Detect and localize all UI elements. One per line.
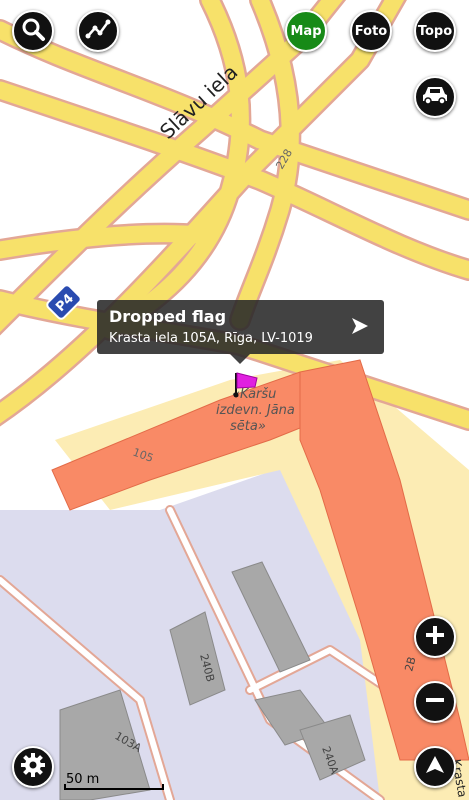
zoom-out-button[interactable]: [414, 681, 456, 723]
map-layer-button[interactable]: Map: [285, 10, 327, 52]
poi-label-line1: «Karšu: [232, 387, 276, 402]
navigation-arrow-icon: [424, 754, 446, 780]
popup-title: Dropped flag: [109, 307, 227, 326]
route-icon: [85, 16, 111, 46]
car-icon: [421, 84, 449, 110]
car-mode-button[interactable]: [414, 76, 456, 118]
popup-address: Krasta iela 105A, Rīga, LV-1019: [109, 331, 313, 346]
navigate-arrow-icon[interactable]: [350, 316, 370, 340]
dropped-flag-popup[interactable]: Dropped flag Krasta iela 105A, Rīga, LV-…: [97, 300, 384, 364]
search-icon: [20, 16, 46, 46]
scale-bar: [64, 784, 164, 790]
popup-pointer: [230, 354, 250, 364]
map-canvas[interactable]: Slāvu iela 228 105 240B 103A 240A 2B «Ka…: [0, 0, 469, 800]
topo-layer-button[interactable]: Topo: [414, 10, 456, 52]
compass-button[interactable]: [414, 746, 456, 788]
gear-icon: [20, 752, 46, 782]
route-button[interactable]: [77, 10, 119, 52]
poi-label-line3: sēta»: [230, 419, 266, 434]
settings-button[interactable]: [12, 746, 54, 788]
search-button[interactable]: [12, 10, 54, 52]
poi-label-line2: izdevn. Jāna: [216, 403, 295, 418]
minus-icon: [424, 689, 446, 715]
plus-icon: [424, 624, 446, 650]
zoom-in-button[interactable]: [414, 616, 456, 658]
foto-layer-button[interactable]: Foto: [350, 10, 392, 52]
